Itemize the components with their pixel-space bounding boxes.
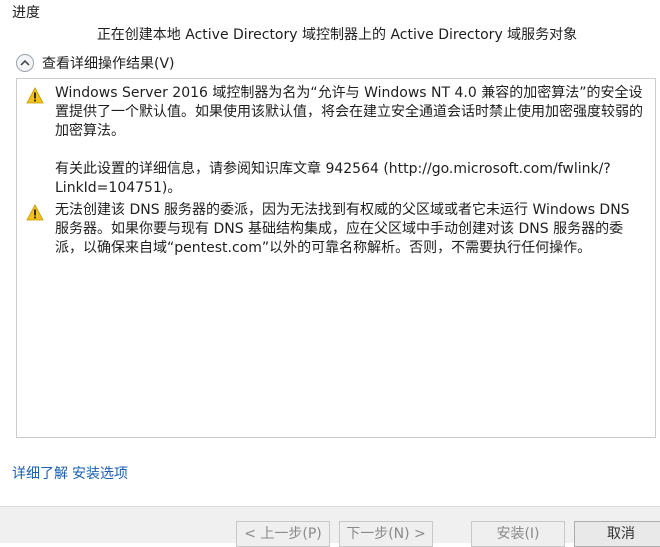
results-box[interactable]: Windows Server 2016 域控制器为名为“允许与 Windows …	[16, 78, 656, 438]
message-paragraph: Windows Server 2016 域控制器为名为“允许与 Windows …	[55, 85, 643, 139]
footer-links: 详细了解 安装选项	[12, 463, 128, 483]
install-options-link[interactable]: 安装选项	[72, 466, 128, 482]
learn-more-link[interactable]: 详细了解	[12, 466, 68, 482]
install-button[interactable]: 安装(I)	[471, 521, 565, 547]
message-paragraph: 有关此设置的详细信息，请参阅知识库文章 942564 (http://go.mi…	[55, 161, 611, 196]
message-item: Windows Server 2016 域控制器为名为“允许与 Windows …	[17, 84, 647, 198]
warning-icon	[26, 87, 44, 104]
button-bar: < 上一步(P) 下一步(N) > 安装(I) 取消	[0, 506, 660, 547]
warning-icon	[26, 204, 44, 221]
details-toggle-label: 查看详细操作结果(V)	[42, 56, 175, 72]
message-paragraph: 无法创建该 DNS 服务器的委派，因为无法找到有权威的父区域或者它未运行 Win…	[55, 202, 630, 256]
message-text: 无法创建该 DNS 服务器的委派，因为无法找到有权威的父区域或者它未运行 Win…	[55, 201, 647, 258]
chevron-up-icon[interactable]	[16, 54, 34, 72]
message-item: 无法创建该 DNS 服务器的委派，因为无法找到有权威的父区域或者它未运行 Win…	[17, 201, 647, 258]
status-text: 正在创建本地 Active Directory 域控制器上的 Active Di…	[96, 27, 578, 43]
message-text: Windows Server 2016 域控制器为名为“允许与 Windows …	[55, 84, 647, 198]
back-button[interactable]: < 上一步(P)	[236, 521, 330, 547]
section-title: 进度	[12, 5, 40, 21]
details-toggle[interactable]: 查看详细操作结果(V)	[16, 53, 175, 73]
cancel-button[interactable]: 取消	[574, 521, 660, 547]
next-button[interactable]: 下一步(N) >	[339, 521, 433, 547]
